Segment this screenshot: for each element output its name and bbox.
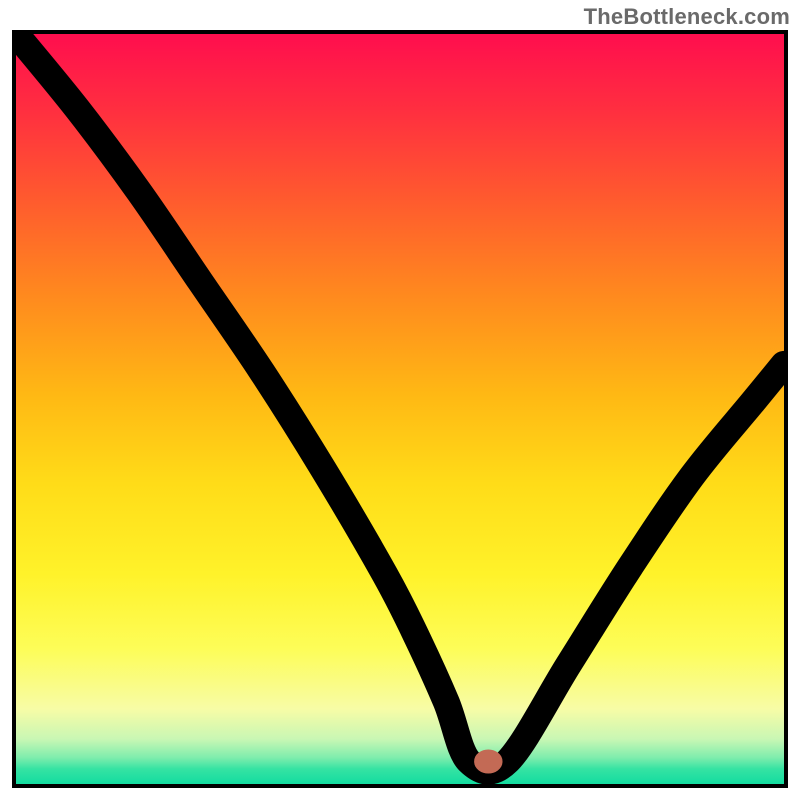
optimal-point-marker <box>480 755 497 768</box>
bottleneck-curve-path <box>16 34 784 771</box>
chart-stage: TheBottleneck.com <box>0 0 800 800</box>
line-series <box>16 34 784 784</box>
watermark-label: TheBottleneck.com <box>584 4 790 30</box>
plot-area <box>12 30 788 788</box>
